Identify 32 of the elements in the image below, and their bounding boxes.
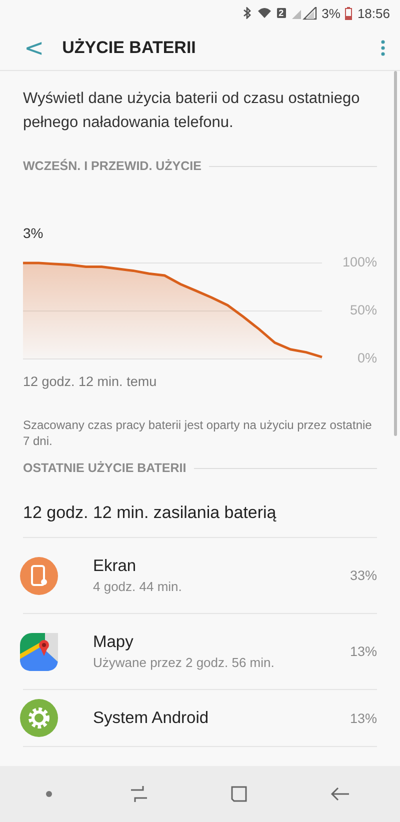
bluetooth-icon [242,7,252,19]
chart-start-label: 12 godz. 12 min. temu [23,374,158,389]
clock: 18:56 [357,6,390,20]
app-name: Ekran [93,557,138,576]
page-title: UŻYCIE BATERII [62,38,197,58]
section-title: WCZEŚN. I PRZEWID. UŻYCIE [23,159,202,173]
usage-percent: 13% [350,710,377,726]
app-name: Mapy [93,633,134,652]
current-level: 3% [23,225,44,241]
app-name: System Android [93,708,210,728]
usage-time: 4 godz. 44 min. [93,579,183,594]
section-title: OSTATNIE UŻYCIE BATERII [23,461,186,475]
battery-percent: 3% [322,6,340,20]
dot-icon[interactable] [46,791,52,797]
wifi-icon [256,7,272,19]
description-text: Wyświetl dane użycia baterii od czasu ostatniego pełnego naładowania telefonu. [23,89,361,133]
usage-summary: 12 godz. 12 min. zasilania baterią [23,503,377,538]
app-usage-item[interactable]: Ekran 4 godz. 44 min. 33% [23,538,377,614]
usage-percent: 13% [350,644,377,659]
app-usage-item[interactable]: Mapy Używane przez 2 godz. 56 min. 13% [23,614,377,690]
signal-icon [290,6,317,20]
map-pin-icon [19,632,59,672]
battery-icon [345,6,352,20]
usage-percent: 33% [350,568,377,583]
sim-badge: 2 [276,8,286,18]
axis-label: 0% [357,350,377,366]
more-options-icon[interactable] [380,39,386,57]
usage-time: Używane przez 2 godz. 56 min. [93,655,276,670]
axis-label: 100% [342,255,377,270]
app-usage-item[interactable]: System Android 13% [23,690,377,747]
estimate-note: Szacowany czas pracy baterii jest oparty na użyciu przez ostatnie 7 dni. [23,417,373,449]
axis-label: 50% [350,302,377,318]
